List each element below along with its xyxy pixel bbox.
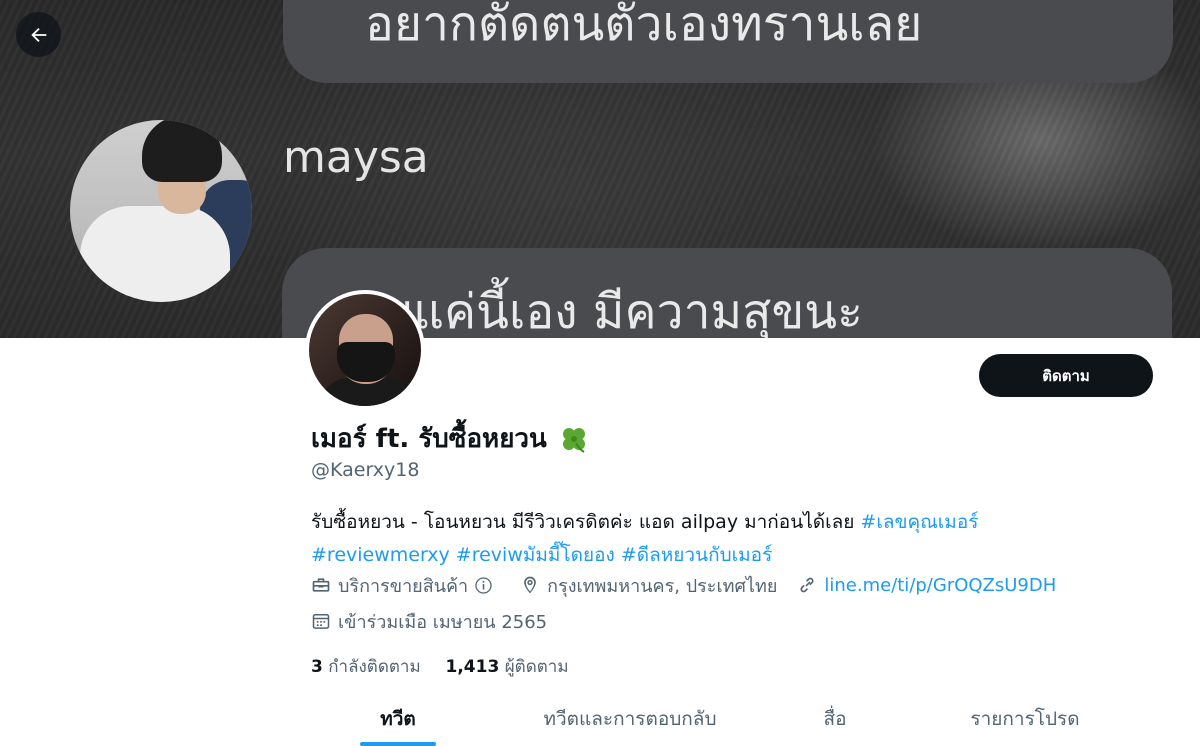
briefcase-icon: [312, 578, 330, 592]
profile-link-text[interactable]: line.me/ti/p/GrOQZsU9DH: [824, 575, 1056, 596]
tab-label: สื่อ: [823, 708, 847, 730]
profile-location: กรุงเทพมหานคร, ประเทศไทย: [520, 571, 777, 600]
tab-tweets-and-replies[interactable]: ทวีตและการตอบกลับ: [520, 690, 740, 746]
bio-hashtag[interactable]: #reviewmerxy: [311, 544, 450, 566]
following-label: กำลังติดตาม: [328, 657, 421, 677]
back-button[interactable]: [16, 12, 61, 57]
four-leaf-clover-icon: [559, 424, 589, 454]
profile-category: บริการขายสินค้า: [311, 571, 500, 600]
info-icon[interactable]: [474, 576, 493, 595]
banner-chat-avatar: [70, 120, 252, 302]
location-label: กรุงเทพมหานคร, ประเทศไทย: [547, 575, 778, 597]
followers-label: ผู้ติดตาม: [504, 657, 569, 677]
tab-label: ทวีต: [380, 708, 416, 730]
profile-banner[interactable]: อยากตัดตนตัวเองทรานเลย maysa ายุแค่นี้เอ…: [0, 0, 1200, 338]
banner-chat-bubble-top: อยากตัดตนตัวเองทรานเลย: [283, 0, 1173, 83]
calendar-icon: [312, 614, 330, 629]
active-tab-indicator: [360, 742, 436, 746]
location-pin-icon: [524, 576, 537, 594]
tab-tweets[interactable]: ทวีต: [360, 690, 436, 746]
banner-chat-name: maysa: [283, 132, 429, 183]
display-name-text: เมอร์ ft. รับซื้อหยวน: [311, 424, 547, 454]
display-name: เมอร์ ft. รับซื้อหยวน: [311, 418, 589, 459]
category-label: บริการขายสินค้า: [338, 575, 469, 597]
follow-counts: 3 กำลังติดตาม 1,413 ผู้ติดตาม: [311, 653, 569, 680]
following-count: 3: [311, 657, 323, 677]
tab-label: ทวีตและการตอบกลับ: [543, 708, 717, 730]
profile-meta: บริการขายสินค้า กรุงเทพมหานคร, ประเทศไทย…: [311, 570, 1076, 600]
profile-bio: รับซื้อหยวน - โอนหยวน มีรีวิวเครดิตค่ะ แ…: [311, 506, 1171, 572]
tab-label: รายการโปรด: [970, 708, 1080, 730]
banner-bubble-top-text: อยากตัดตนตัวเองทรานเลย: [365, 0, 923, 52]
bio-hashtag[interactable]: #เลขคุณเมอร์: [860, 511, 978, 533]
tab-media[interactable]: สื่อ: [800, 690, 870, 746]
banner-bubble-bottom-text: ายุแค่นี้เอง มีความสุขนะ: [358, 284, 863, 338]
follow-button-label: ติดตาม: [1042, 366, 1090, 385]
joined-label: เข้าร่วมเมือ เมษายน 2565: [338, 611, 548, 633]
followers-count: 1,413: [445, 657, 500, 677]
bio-text: รับซื้อหยวน - โอนหยวน มีรีวิวเครดิตค่ะ แ…: [311, 511, 861, 533]
link-icon: [800, 577, 814, 593]
user-handle: @Kaerxy18: [311, 459, 420, 481]
joined-item: เข้าร่วมเมือ เมษายน 2565: [311, 607, 547, 636]
profile-avatar[interactable]: [305, 290, 425, 410]
arrow-left-icon: [30, 27, 46, 42]
bio-hashtag[interactable]: #ดีลหยวนกับเมอร์: [621, 544, 772, 566]
profile-tabs: ทวีต ทวีตและการตอบกลับ สื่อ รายการโปรด: [300, 690, 1200, 746]
profile-joined: เข้าร่วมเมือ เมษายน 2565: [311, 606, 567, 636]
bio-hashtag[interactable]: #reviwมัมมี๊โดยอง: [456, 544, 615, 566]
following-link[interactable]: 3 กำลังติดตาม: [311, 657, 426, 677]
followers-link[interactable]: 1,413 ผู้ติดตาม: [446, 657, 569, 677]
tab-likes[interactable]: รายการโปรด: [940, 690, 1110, 746]
profile-link[interactable]: line.me/ti/p/GrOQZsU9DH: [797, 575, 1056, 596]
follow-button[interactable]: ติดตาม: [979, 354, 1153, 397]
